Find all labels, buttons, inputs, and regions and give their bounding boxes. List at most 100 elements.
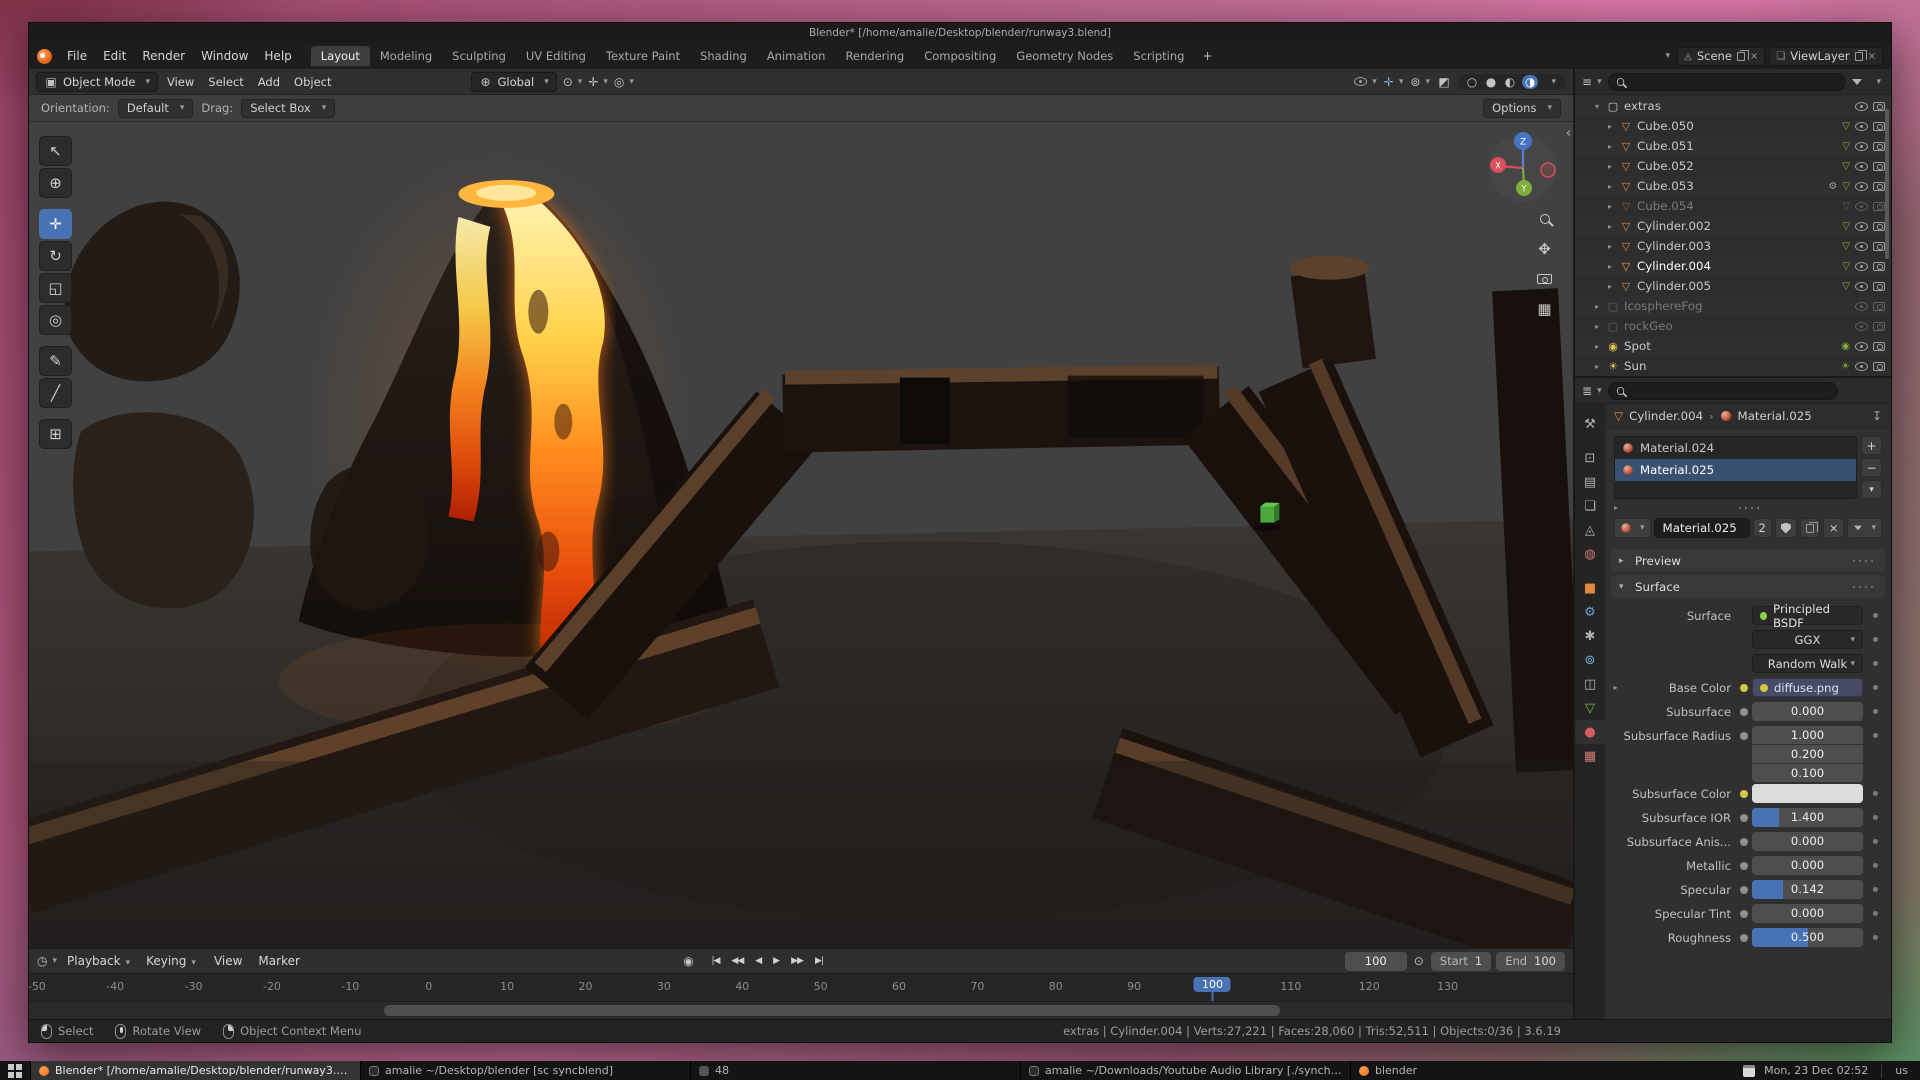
tab-world[interactable]: ◍ [1575, 542, 1605, 566]
object-name[interactable]: Cylinder.002 [1637, 219, 1711, 233]
menu-item[interactable]: Window [193, 47, 256, 65]
next-keyframe-button[interactable]: ▶▶ [786, 953, 808, 969]
tool-annotate[interactable]: ✎ [39, 346, 72, 376]
timeline-popover-menu[interactable]: Playback [59, 952, 138, 970]
workspace-tab[interactable]: Compositing [914, 46, 1006, 66]
outliner-row-extras[interactable]: ▾ ▢ extras [1575, 96, 1891, 116]
enum-dropdown[interactable]: GGX [1752, 630, 1863, 649]
jump-to-end-button[interactable]: ▶| [810, 953, 828, 969]
disable-render-toggle[interactable] [1873, 222, 1885, 231]
workspace-tab[interactable]: Animation [757, 46, 836, 66]
enum-dropdown[interactable]: Random Walk [1752, 654, 1863, 673]
viewport-menu-item[interactable]: View [160, 73, 201, 91]
disable-render-toggle[interactable] [1873, 102, 1885, 111]
outliner-search[interactable] [1608, 73, 1847, 91]
outliner-row-cylinder002[interactable]: ▸ ▽ Cylinder.002 ▽ [1575, 216, 1891, 236]
timeline-menu[interactable]: View [206, 952, 250, 970]
tab-output[interactable]: ▤ [1575, 470, 1605, 494]
tab-material[interactable]: ● [1575, 720, 1605, 744]
jump-to-start-button[interactable]: |◀ [706, 953, 724, 969]
disable-render-toggle[interactable] [1873, 182, 1885, 191]
outliner-editor-type-dropdown[interactable]: ≡ [1582, 75, 1602, 89]
object-name[interactable]: Sun [1624, 359, 1646, 373]
disable-render-toggle[interactable] [1873, 162, 1885, 171]
unlink-scene-button[interactable]: × [1750, 51, 1758, 62]
value-slider[interactable]: 0.142 [1752, 880, 1863, 899]
workspace-tab[interactable]: UV Editing [516, 46, 596, 66]
clock[interactable]: Mon, 23 Dec 02:52 [1764, 1064, 1868, 1077]
material-users-button[interactable]: 2 [1753, 518, 1772, 538]
remove-slot-button[interactable]: − [1861, 458, 1882, 477]
animate-decorator[interactable] [1867, 685, 1883, 690]
tool-rotate[interactable]: ↻ [39, 241, 72, 271]
tool-cursor[interactable]: ⊕ [39, 168, 72, 198]
workspace-tab[interactable]: Layout [311, 46, 370, 66]
expand-arrow-icon[interactable]: ▸ [1605, 282, 1615, 291]
properties-search[interactable] [1608, 382, 1838, 400]
pan-hand-icon[interactable]: ✥ [1538, 240, 1551, 258]
hide-viewport-toggle[interactable] [1855, 162, 1868, 171]
expand-arrow-icon[interactable]: ▸ [1592, 362, 1602, 371]
object-name[interactable]: Cube.054 [1637, 199, 1694, 213]
breadcrumb-material[interactable]: Material.025 [1738, 409, 1812, 423]
outliner-row-cube054[interactable]: ▸ ▽ Cube.054 ▽ [1575, 196, 1891, 216]
outliner-search-input[interactable] [1630, 75, 1838, 88]
timeline-ruler[interactable]: -50-40-30-20-100102030405060708090100110… [29, 973, 1573, 1001]
panel-preview[interactable]: ▸ Preview [1611, 549, 1885, 572]
value-slider[interactable]: 0.000 [1752, 904, 1863, 923]
tool-select-box[interactable]: ↖ [39, 136, 72, 166]
hide-viewport-toggle[interactable] [1855, 282, 1868, 291]
outliner-row-cylinder004[interactable]: ▸ ▽ Cylinder.004 ▽ [1575, 256, 1891, 276]
view-layer-selector[interactable]: ❏ ViewLayer × [1769, 47, 1883, 66]
hide-viewport-toggle[interactable] [1855, 222, 1868, 231]
material-slot-024[interactable]: Material.024 [1615, 437, 1856, 459]
tab-constraints[interactable]: ◫ [1575, 672, 1605, 696]
unlink-material-button[interactable]: × [1823, 518, 1845, 538]
workspace-tab[interactable]: Shading [690, 46, 757, 66]
navigation-gizmo[interactable]: Z X Y [1485, 128, 1561, 204]
workspace-tab[interactable]: Modeling [370, 46, 442, 66]
outliner-row-cylinder005[interactable]: ▸ ▽ Cylinder.005 ▽ [1575, 276, 1891, 296]
snapping-dropdown[interactable]: ✛ [588, 75, 608, 89]
shader-field[interactable]: Principled BSDF [1752, 606, 1863, 625]
tool-move[interactable]: ✛ [39, 209, 72, 239]
expand-arrow-icon[interactable]: ▸ [1605, 222, 1615, 231]
show-gizmos-dropdown[interactable]: ✛ [1384, 75, 1404, 89]
outliner-row-cube051[interactable]: ▸ ▽ Cube.051 ▽ [1575, 136, 1891, 156]
menu-item[interactable]: File [59, 47, 95, 65]
frame-start-field[interactable]: Start 1 [1431, 952, 1491, 971]
fake-user-toggle[interactable] [1775, 518, 1797, 538]
tab-render[interactable]: ⊡ [1575, 446, 1605, 470]
disable-render-toggle[interactable] [1873, 282, 1885, 291]
panel-grip[interactable] [1851, 585, 1877, 589]
material-specials-dropdown[interactable] [1847, 518, 1882, 538]
object-name[interactable]: Cylinder.003 [1637, 239, 1711, 253]
color-swatch[interactable] [1752, 784, 1863, 803]
shading-options-dropdown[interactable] [1543, 77, 1559, 87]
tab-tool[interactable]: ⚒ [1575, 412, 1605, 436]
expand-arrow-icon[interactable]: ▸ [1605, 142, 1615, 151]
expand-arrow-icon[interactable]: ▸ [1605, 242, 1615, 251]
proportional-editing-dropdown[interactable]: ◎ [614, 75, 634, 89]
viewport-menu-item[interactable]: Object [287, 73, 338, 91]
object-name[interactable]: Cube.051 [1637, 139, 1694, 153]
disable-render-toggle[interactable] [1873, 322, 1885, 331]
scene-selector[interactable]: ◬ Scene × [1677, 47, 1765, 66]
object-name[interactable]: extras [1624, 99, 1661, 113]
browse-material-dropdown[interactable] [1614, 518, 1651, 538]
object-name[interactable]: Spot [1624, 339, 1651, 353]
animate-decorator[interactable] [1867, 815, 1883, 820]
show-overlays-dropdown[interactable]: ⊚ [1410, 75, 1430, 89]
outliner-row-sun[interactable]: ▸ ☀ Sun ☀ [1575, 356, 1891, 376]
calendar-icon[interactable] [1743, 1065, 1755, 1077]
value-slider[interactable]: 1.400 [1752, 808, 1863, 827]
hide-viewport-toggle[interactable] [1855, 202, 1868, 211]
slot-list-resize[interactable]: ▸ [1605, 501, 1891, 514]
frame-end-field[interactable]: End 100 [1496, 952, 1565, 971]
menu-item[interactable]: Help [256, 47, 299, 65]
outliner-row-cylinder003[interactable]: ▸ ▽ Cylinder.003 ▽ [1575, 236, 1891, 256]
expand-arrow-icon[interactable]: ▸ [1605, 182, 1615, 191]
new-material-button[interactable] [1800, 518, 1820, 538]
xray-toggle[interactable]: ◩ [1437, 75, 1451, 89]
tab-modifiers[interactable]: ⚙ [1575, 600, 1605, 624]
